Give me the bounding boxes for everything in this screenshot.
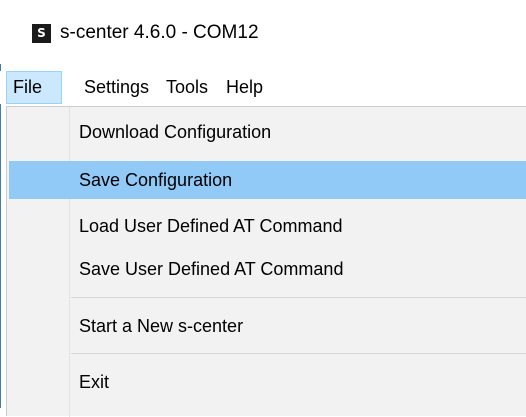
menu-item-start-new-s-center[interactable]: Start a New s-center	[9, 307, 526, 345]
menu-bar: File Settings Tools Help	[0, 71, 526, 104]
menu-item-download-configuration[interactable]: Download Configuration	[9, 113, 526, 151]
menu-tools[interactable]: Tools	[166, 71, 208, 104]
menu-item-label: Start a New s-center	[79, 316, 244, 336]
menu-item-label: Download Configuration	[79, 122, 272, 142]
menu-item-label: Save User Defined AT Command	[79, 259, 344, 279]
menu-settings[interactable]: Settings	[84, 71, 149, 104]
menu-file[interactable]: File	[6, 71, 62, 104]
menu-separator	[71, 297, 526, 298]
window-title: s-center 4.6.0 - COM12	[60, 22, 259, 43]
menu-item-exit[interactable]: Exit	[9, 363, 526, 401]
menu-item-save-configuration[interactable]: Save Configuration	[9, 161, 526, 199]
menu-item-label: Load User Defined AT Command	[79, 216, 343, 236]
menu-item-save-user-at-command[interactable]: Save User Defined AT Command	[9, 250, 526, 288]
menu-help[interactable]: Help	[226, 71, 263, 104]
app-window: S s-center 4.6.0 - COM12 File Settings T…	[0, 0, 526, 417]
menu-item-label: Save Configuration	[79, 170, 233, 190]
title-bar[interactable]: S s-center 4.6.0 - COM12	[0, 0, 526, 64]
menu-separator	[71, 353, 526, 354]
menu-item-label: Exit	[79, 372, 110, 392]
app-logo-icon: S	[32, 24, 51, 43]
menu-item-load-user-at-command[interactable]: Load User Defined AT Command	[9, 207, 526, 245]
file-menu-dropdown: Download Configuration Save Configuratio…	[6, 106, 526, 417]
